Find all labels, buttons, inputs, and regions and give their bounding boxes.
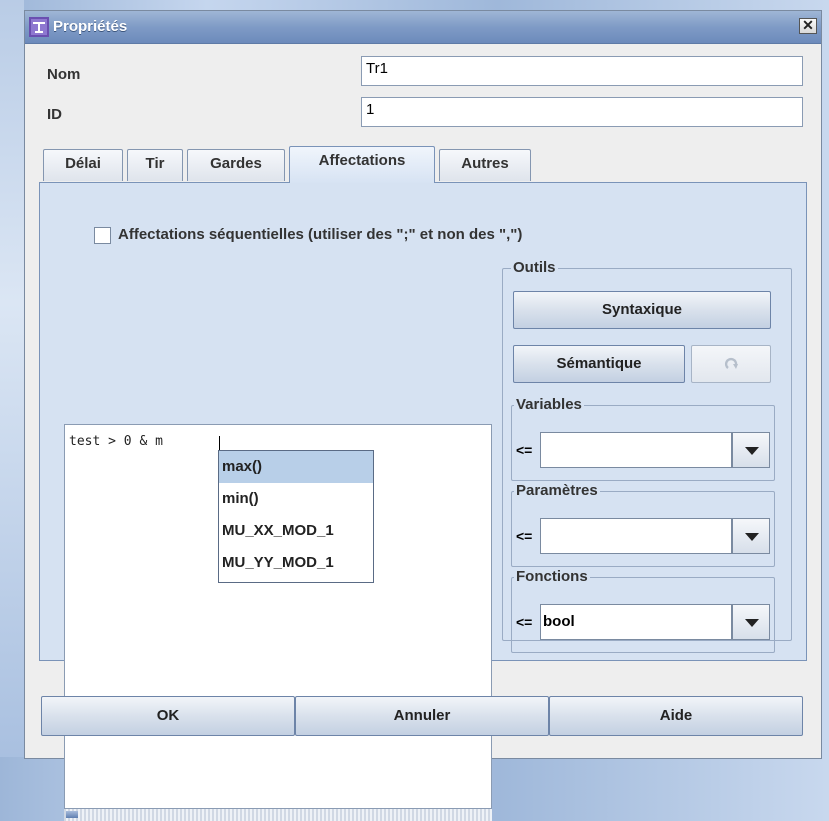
nom-value: Tr1 bbox=[366, 60, 388, 77]
properties-dialog: Propriétés ✕ Nom Tr1 ID 1 Délai Tir Gard… bbox=[24, 10, 822, 821]
chevron-down-icon bbox=[745, 619, 759, 627]
fonctions-select[interactable]: bool bbox=[540, 604, 732, 640]
parametres-prefix: <= bbox=[516, 528, 533, 544]
nom-label: Nom bbox=[47, 66, 81, 83]
scrollbar-thumb[interactable] bbox=[66, 811, 78, 818]
fonctions-prefix: <= bbox=[516, 614, 533, 630]
syntax-check-button[interactable]: Syntaxique bbox=[513, 291, 771, 329]
autocomplete-item-min[interactable]: min() bbox=[219, 483, 373, 515]
id-label: ID bbox=[47, 106, 62, 123]
outils-title: Outils bbox=[511, 259, 558, 276]
variables-select[interactable] bbox=[540, 432, 732, 468]
close-button[interactable]: ✕ bbox=[799, 18, 817, 34]
cancel-label: Annuler bbox=[393, 707, 451, 724]
semantic-check-button[interactable]: Sémantique bbox=[513, 345, 685, 383]
sequential-label: Affectations séquentielles (utiliser des… bbox=[118, 226, 523, 243]
variables-group: Variables <= bbox=[511, 396, 775, 481]
fonctions-title: Fonctions bbox=[514, 568, 590, 585]
parametres-group: Paramètres <= bbox=[511, 482, 775, 567]
tab-tir-label: Tir bbox=[145, 155, 165, 172]
outils-group: Outils Syntaxique Sémantique Variables <… bbox=[502, 259, 792, 653]
tab-tir[interactable]: Tir bbox=[127, 149, 183, 181]
autocomplete-item-mu-yy[interactable]: MU_YY_MOD_1 bbox=[219, 547, 373, 579]
ok-button[interactable]: OK bbox=[41, 696, 295, 736]
chevron-down-icon bbox=[745, 447, 759, 455]
tab-delai[interactable]: Délai bbox=[43, 149, 123, 181]
text-caret bbox=[219, 436, 220, 450]
sequential-checkbox[interactable] bbox=[94, 227, 111, 244]
fonctions-group: Fonctions <= bool bbox=[511, 568, 775, 653]
redo-icon bbox=[724, 357, 738, 369]
editor-horizontal-scrollbar[interactable] bbox=[64, 809, 492, 821]
parametres-dropdown-button[interactable] bbox=[732, 518, 770, 554]
id-value: 1 bbox=[366, 101, 375, 118]
variables-title: Variables bbox=[514, 396, 584, 413]
editor-text: test > 0 & m bbox=[69, 434, 163, 449]
desktop-background bbox=[0, 0, 24, 757]
tab-affectations-label: Affectations bbox=[318, 152, 406, 169]
help-button[interactable]: Aide bbox=[549, 696, 803, 736]
nom-field[interactable]: Tr1 bbox=[361, 56, 803, 86]
id-field[interactable]: 1 bbox=[361, 97, 803, 127]
fonctions-dropdown-button[interactable] bbox=[732, 604, 770, 640]
affectations-panel: Affectations séquentielles (utiliser des… bbox=[39, 182, 807, 821]
semantic-label: Sémantique bbox=[556, 355, 642, 372]
tab-autres[interactable]: Autres bbox=[439, 149, 531, 181]
help-label: Aide bbox=[659, 707, 693, 724]
parametres-title: Paramètres bbox=[514, 482, 600, 499]
tab-autres-label: Autres bbox=[461, 155, 509, 172]
chevron-down-icon bbox=[745, 533, 759, 541]
close-icon: ✕ bbox=[802, 17, 814, 33]
variables-prefix: <= bbox=[516, 442, 533, 458]
cancel-button[interactable]: Annuler bbox=[295, 696, 549, 736]
app-icon bbox=[29, 17, 49, 37]
autocomplete-item-mu-xx[interactable]: MU_XX_MOD_1 bbox=[219, 515, 373, 547]
tab-gardes-label: Gardes bbox=[210, 155, 262, 172]
redo-button[interactable] bbox=[691, 345, 771, 383]
parametres-select[interactable] bbox=[540, 518, 732, 554]
autocomplete-popup: max() min() MU_XX_MOD_1 MU_YY_MOD_1 bbox=[218, 450, 374, 583]
variables-dropdown-button[interactable] bbox=[732, 432, 770, 468]
ok-label: OK bbox=[156, 707, 180, 724]
autocomplete-item-max[interactable]: max() bbox=[219, 451, 373, 483]
tab-affectations[interactable]: Affectations bbox=[289, 146, 435, 183]
tab-gardes[interactable]: Gardes bbox=[187, 149, 285, 181]
syntax-label: Syntaxique bbox=[601, 301, 683, 318]
window-title: Propriétés bbox=[53, 18, 128, 35]
tab-delai-label: Délai bbox=[65, 155, 101, 172]
title-bar[interactable]: Propriétés ✕ bbox=[25, 11, 821, 44]
